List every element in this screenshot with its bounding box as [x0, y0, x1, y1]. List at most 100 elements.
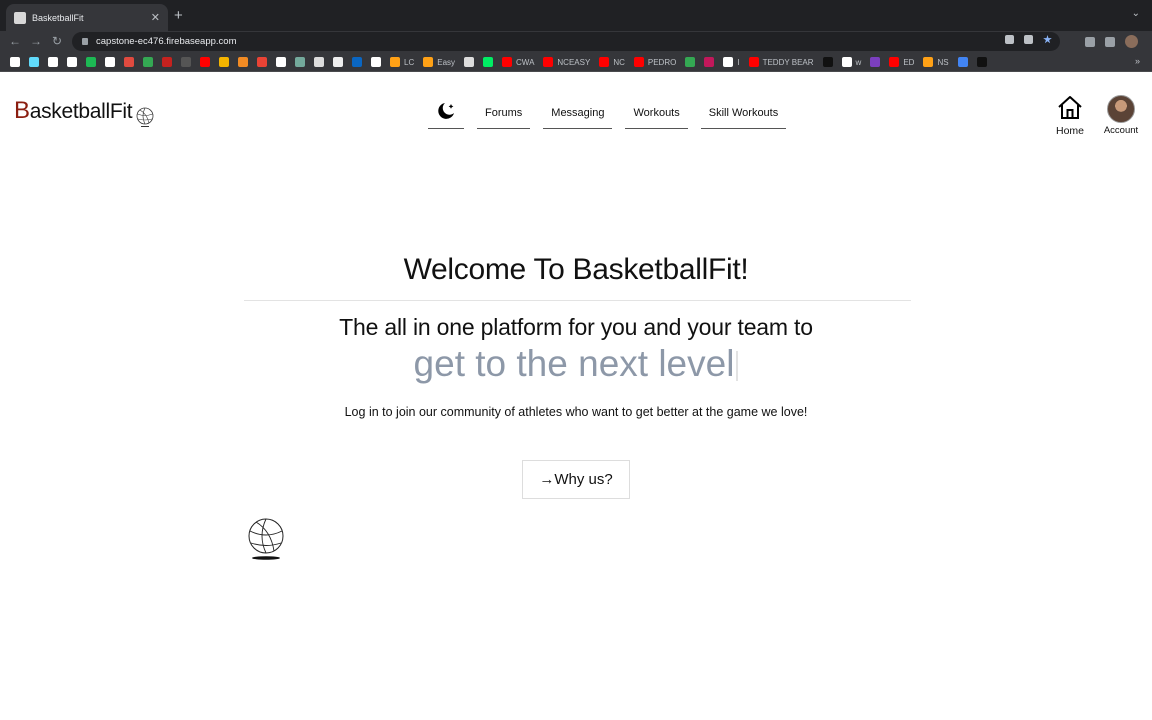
leetcode-icon — [923, 57, 934, 67]
bookmark-item[interactable]: NCEASY — [543, 57, 590, 67]
bookmark-item[interactable] — [162, 57, 172, 67]
bookmark-item[interactable] — [957, 57, 968, 67]
page: BasketballFit Forums Messaging Workouts … — [0, 73, 1152, 720]
firefox-icon — [870, 57, 881, 67]
tab-title: BasketballFit — [32, 12, 84, 23]
bookmark-item[interactable] — [10, 57, 20, 67]
youtube-icon — [599, 57, 610, 67]
spotify-icon — [86, 57, 96, 67]
nav-messaging[interactable]: Messaging — [543, 99, 613, 129]
bookmark-item[interactable] — [822, 57, 833, 67]
logo-initial: B — [14, 97, 30, 124]
bookmark-item[interactable]: ED — [889, 57, 914, 67]
gmail-icon — [257, 57, 267, 67]
bookmark-label: PEDRO — [647, 57, 677, 67]
chatgpt-icon — [295, 57, 305, 67]
bookmark-item[interactable]: TEDDY BEAR — [748, 57, 814, 67]
profile-avatar-icon[interactable] — [1125, 35, 1138, 48]
leetcode-icon — [423, 57, 434, 67]
bookmark-item[interactable] — [276, 57, 286, 67]
bookmarks-overflow-icon[interactable]: » — [1135, 56, 1140, 66]
youtube-icon — [633, 57, 644, 67]
bookmark-label: CWA — [516, 57, 535, 67]
bookmark-item[interactable] — [257, 57, 267, 67]
main-nav: Forums Messaging Workouts Skill Workouts — [428, 99, 799, 129]
bookmark-item[interactable]: PEDRO — [633, 57, 677, 67]
tab-close-icon[interactable]: ✕ — [151, 11, 160, 24]
bookmark-item[interactable] — [105, 57, 115, 67]
bookmark-item[interactable] — [464, 57, 475, 67]
green-icon — [143, 57, 153, 67]
bookmark-item[interactable] — [124, 57, 134, 67]
bookmark-star-icon[interactable] — [1043, 35, 1052, 44]
site-logo[interactable]: BasketballFit — [14, 97, 133, 125]
tab-search-chevron-icon[interactable]: ⌄ — [1132, 8, 1140, 19]
bookmark-item[interactable] — [870, 57, 881, 67]
browser-tab[interactable]: BasketballFit ✕ — [6, 4, 168, 31]
key-icon[interactable] — [1005, 35, 1014, 44]
n-icon — [10, 57, 20, 67]
bookmark-item[interactable] — [352, 57, 362, 67]
share-icon[interactable] — [1024, 35, 1033, 44]
typing-caret — [736, 351, 739, 382]
extensions-icon[interactable] — [1085, 36, 1095, 47]
bookmark-item[interactable]: LC — [390, 57, 414, 67]
google-icon — [841, 57, 852, 67]
bookmark-item[interactable]: CWA — [502, 57, 534, 67]
bookmarks-bar: LC Easy CWA NCEASY NC PEDRO I TEDDY BEAR w ED NS » — [0, 53, 1152, 72]
bookmark-item[interactable] — [704, 57, 715, 67]
pink-icon — [704, 57, 715, 67]
bookmark-item[interactable] — [143, 57, 153, 67]
bookmark-item[interactable] — [48, 57, 58, 67]
bookmark-label: I — [737, 57, 740, 67]
bookmark-item[interactable] — [29, 57, 39, 67]
bookmark-item[interactable] — [333, 57, 343, 67]
browser-tab-bar: BasketballFit ✕ + ⌄ — [0, 0, 1152, 31]
google-icon — [723, 57, 734, 67]
youtube-icon — [748, 57, 759, 67]
home-link[interactable]: Home — [1053, 95, 1087, 137]
bookmark-item[interactable]: Easy — [423, 57, 455, 67]
account-avatar — [1107, 95, 1135, 123]
why-us-button[interactable]: →Why us? — [522, 460, 630, 499]
nav-workouts[interactable]: Workouts — [625, 99, 688, 129]
reload-icon[interactable]: ↻ — [52, 34, 62, 48]
docs-icon — [957, 57, 968, 67]
bookmark-item[interactable] — [295, 57, 305, 67]
bookmark-item[interactable] — [86, 57, 96, 67]
bookmark-item[interactable]: w — [841, 57, 861, 67]
dark-mode-toggle[interactable] — [428, 99, 464, 129]
address-bar[interactable]: capstone-ec476.firebaseapp.com — [72, 32, 1060, 51]
side-panel-icon[interactable] — [1105, 36, 1115, 47]
account-link[interactable]: Account — [1100, 95, 1142, 136]
back-icon[interactable]: ← — [9, 34, 21, 48]
bookmark-label: NS — [937, 57, 949, 67]
bookmark-item[interactable] — [67, 57, 77, 67]
hero-subtitle: The all in one platform for you and your… — [339, 314, 813, 340]
hero-description: Log in to join our community of athletes… — [344, 405, 808, 419]
bookmark-item[interactable] — [976, 57, 987, 67]
bookmark-item[interactable] — [200, 57, 210, 67]
bookmark-item[interactable]: NS — [923, 57, 949, 67]
bouncing-basketball-icon — [248, 518, 284, 560]
nav-skill-workouts[interactable]: Skill Workouts — [700, 99, 787, 129]
bookmark-item[interactable] — [219, 57, 229, 67]
bookmark-item[interactable]: NC — [599, 57, 625, 67]
bookmark-item[interactable] — [483, 57, 494, 67]
bookmark-item[interactable] — [181, 57, 191, 67]
bookmark-item[interactable] — [238, 57, 248, 67]
bookmark-item[interactable] — [371, 57, 381, 67]
home-icon — [238, 57, 248, 67]
bookmark-item[interactable]: I — [723, 57, 740, 67]
youtube-icon — [543, 57, 554, 67]
forward-icon[interactable]: → — [30, 34, 42, 48]
nav-forums[interactable]: Forums — [477, 99, 531, 129]
bookmark-label: Easy — [437, 57, 456, 67]
account-label: Account — [1103, 125, 1139, 136]
tab-favicon-icon — [14, 11, 26, 24]
youtube-icon — [889, 57, 900, 67]
bookmark-item[interactable] — [685, 57, 696, 67]
bookmark-item[interactable] — [314, 57, 324, 67]
new-tab-icon[interactable]: + — [174, 7, 183, 24]
lock-icon — [82, 38, 88, 45]
